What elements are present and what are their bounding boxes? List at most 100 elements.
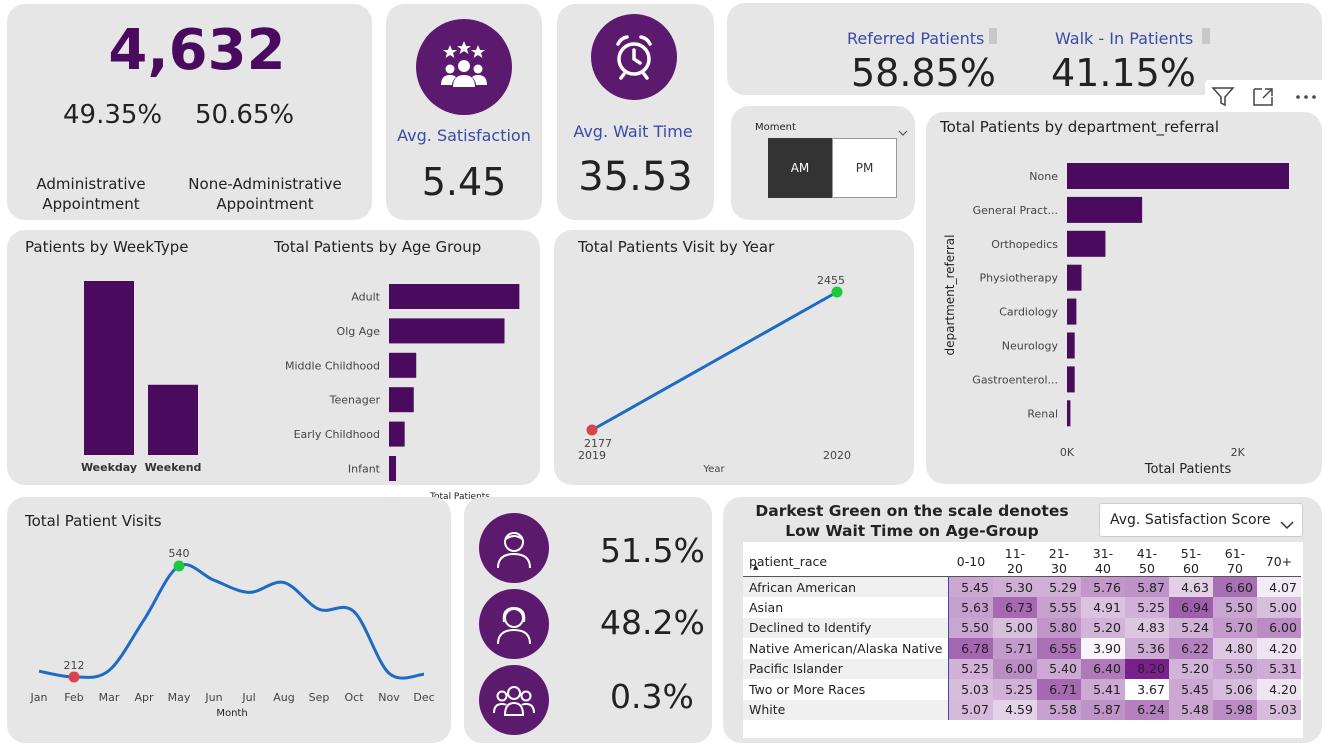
- department-referral-card: Total Patients by department_referral No…: [926, 112, 1322, 484]
- heatmap-cell: 5.55: [1036, 597, 1081, 618]
- metric-selector[interactable]: Avg. Satisfaction Score: [1099, 503, 1303, 537]
- heatmap-column-header[interactable]: 0-10: [949, 546, 993, 577]
- heatmap-column-header[interactable]: 31-40: [1081, 546, 1125, 577]
- heatmap-cell: 5.80: [1036, 617, 1081, 638]
- heatmap-column-header[interactable]: 21-30: [1037, 546, 1081, 577]
- year-data-label: 2455: [817, 274, 845, 287]
- heatmap-column-header[interactable]: 11-20: [993, 546, 1037, 577]
- heatmap-row[interactable]: White 5.07 4.59 5.58 5.87 6.24 5.48 5.98 5.03: [743, 699, 1301, 720]
- heatmap-table: patient_race ▲ 0-10 11-20 21-30 31-40 41-50 5…: [743, 546, 1301, 720]
- monthly-max-label: 540: [169, 547, 190, 560]
- heatmap-cell: 6.60: [1212, 576, 1257, 597]
- monthly-min-label: 212: [64, 659, 85, 672]
- heatmap-cell: 6.78: [948, 638, 993, 659]
- heatmap-cell: 4.63: [1168, 576, 1213, 597]
- monthly-tick-label: Jun: [204, 691, 222, 704]
- heatmap-cell: 5.87: [1124, 576, 1169, 597]
- female-icon: [479, 589, 549, 659]
- walkin-label: Walk - In Patients: [1055, 29, 1194, 48]
- agegroup-tick-label: Infant: [348, 463, 381, 476]
- monthly-tick-label: Nov: [378, 691, 400, 704]
- heatmap-row-label: African American: [743, 576, 950, 597]
- moment-pm-button[interactable]: PM: [832, 138, 897, 198]
- heatmap-cell: 5.03: [948, 679, 993, 700]
- heatmap-cell: 4.20: [1256, 679, 1301, 700]
- heatmap-cell: 6.24: [1124, 699, 1169, 720]
- heatmap-cell: 6.22: [1168, 638, 1213, 659]
- weektype-bar: [148, 384, 198, 455]
- more-options-icon[interactable]: [1293, 86, 1319, 108]
- avg-wait-time-label: Avg. Wait Time: [573, 122, 693, 141]
- heatmap-cell: 5.07: [948, 699, 993, 720]
- heatmap-cell: 5.76: [1080, 576, 1125, 597]
- heatmap-row[interactable]: Declined to Identify 5.50 5.00 5.80 5.20 4.83…: [743, 617, 1301, 638]
- heatmap-row[interactable]: Pacific Islander 5.25 6.00 5.40 6.40 8.20 5.20…: [743, 658, 1301, 679]
- agegroup-bar: [389, 318, 505, 344]
- heatmap-cell: 6.71: [1036, 679, 1081, 700]
- monthly-line: [38, 563, 425, 680]
- dept-tick-label: Orthopedics: [991, 238, 1058, 251]
- avg-satisfaction-label: Avg. Satisfaction: [397, 126, 531, 145]
- row-header-cell[interactable]: patient_race ▲: [743, 546, 949, 577]
- focus-mode-icon[interactable]: [1251, 86, 1275, 108]
- weektype-tick-label: Weekday: [81, 461, 137, 474]
- total-patients-value: 4,632: [108, 18, 286, 83]
- agegroup-bar: [389, 352, 417, 378]
- heatmap-cell: 5.70: [1212, 617, 1257, 638]
- heatmap-cell: 5.29: [1036, 576, 1081, 597]
- heatmap-row-label: Two or More Races: [743, 679, 950, 700]
- heatmap-row[interactable]: Asian 5.63 6.73 5.55 4.91 5.25 6.94 5.50 5.00: [743, 597, 1301, 618]
- heatmap-cell: 4.80: [1212, 638, 1257, 659]
- heatmap-cell: 5.98: [1212, 699, 1257, 720]
- metric-selector-value: Avg. Satisfaction Score: [1110, 512, 1271, 528]
- heatmap-cell: 5.00: [992, 617, 1037, 638]
- monthly-tick-label: Aug: [273, 691, 294, 704]
- heatmap-cell: 6.00: [992, 658, 1037, 679]
- heatmap-column-header[interactable]: 51-60: [1169, 546, 1213, 577]
- dept-bar: [1067, 366, 1075, 393]
- monthly-tick-label: Apr: [134, 691, 154, 704]
- admin-label: Administrative Appointment: [36, 175, 146, 213]
- heatmap-column-header[interactable]: 41-50: [1125, 546, 1169, 577]
- filter-icon[interactable]: [1211, 86, 1235, 108]
- agegroup-tick-label: Adult: [351, 291, 380, 304]
- agegroup-tick-label: Middle Childhood: [285, 359, 380, 372]
- heatmap-cell: 3.67: [1124, 679, 1169, 700]
- avg-satisfaction-card: Avg. Satisfaction 5.45: [386, 4, 542, 220]
- people-stars-icon: [416, 19, 512, 115]
- heatmap-row[interactable]: Two or More Races 5.03 5.25 6.71 5.41 3.67 5.4…: [743, 679, 1301, 700]
- chevron-down-icon[interactable]: [898, 122, 908, 136]
- heatmap-column-header[interactable]: 70+: [1257, 546, 1301, 577]
- walkin-value: 41.15%: [1051, 51, 1196, 95]
- total-appointments-card: 4,632 49.35% 50.65% Administrative Appoi…: [7, 4, 372, 220]
- heatmap-row[interactable]: African American 5.45 5.30 5.29 5.76 5.87 4.63…: [743, 576, 1301, 597]
- referred-value: 58.85%: [851, 51, 996, 95]
- heatmap-cell: 6.40: [1080, 658, 1125, 679]
- agegroup-tick-label: Early Childhood: [294, 428, 380, 441]
- moment-am-button[interactable]: AM: [768, 138, 832, 198]
- year-min-marker: [586, 424, 598, 436]
- heatmap-cell: 6.94: [1168, 597, 1213, 618]
- heatmap-cell: 6.55: [1036, 638, 1081, 659]
- year-max-marker: [831, 286, 843, 298]
- gender-card: 51.5% 48.2% 0.3%: [464, 497, 712, 743]
- dept-tick-label: Gastroenterol...: [972, 373, 1058, 386]
- heatmap-header-row: patient_race ▲ 0-10 11-20 21-30 31-40 41-50 5…: [743, 546, 1301, 577]
- agegroup-tick-label: Olg Age: [337, 325, 381, 338]
- heatmap-cell: 5.20: [1168, 658, 1213, 679]
- other-pct: 0.3%: [610, 677, 694, 716]
- heatmap-cell: 5.50: [1212, 658, 1257, 679]
- dept-bar: [1067, 264, 1082, 291]
- heatmap-column-header[interactable]: 61-70: [1213, 546, 1257, 577]
- heatmap-cell: 8.20: [1124, 658, 1169, 679]
- dept-tick-label: None: [1029, 170, 1058, 183]
- heatmap-row-label: Declined to Identify: [743, 617, 950, 638]
- heatmap-cell: 5.50: [948, 617, 993, 638]
- dept-bar: [1067, 196, 1143, 223]
- heatmap-row-label: Asian: [743, 597, 950, 618]
- monthly-tick-label: May: [168, 691, 191, 704]
- heatmap-cell: 5.45: [948, 576, 993, 597]
- monthly-tick-label: Jan: [30, 691, 48, 704]
- weektype-agegroup-card: Patients by WeekType Total Patients by A…: [7, 230, 540, 485]
- heatmap-row[interactable]: Native American/Alaska Native 6.78 5.71 6.5…: [743, 638, 1301, 659]
